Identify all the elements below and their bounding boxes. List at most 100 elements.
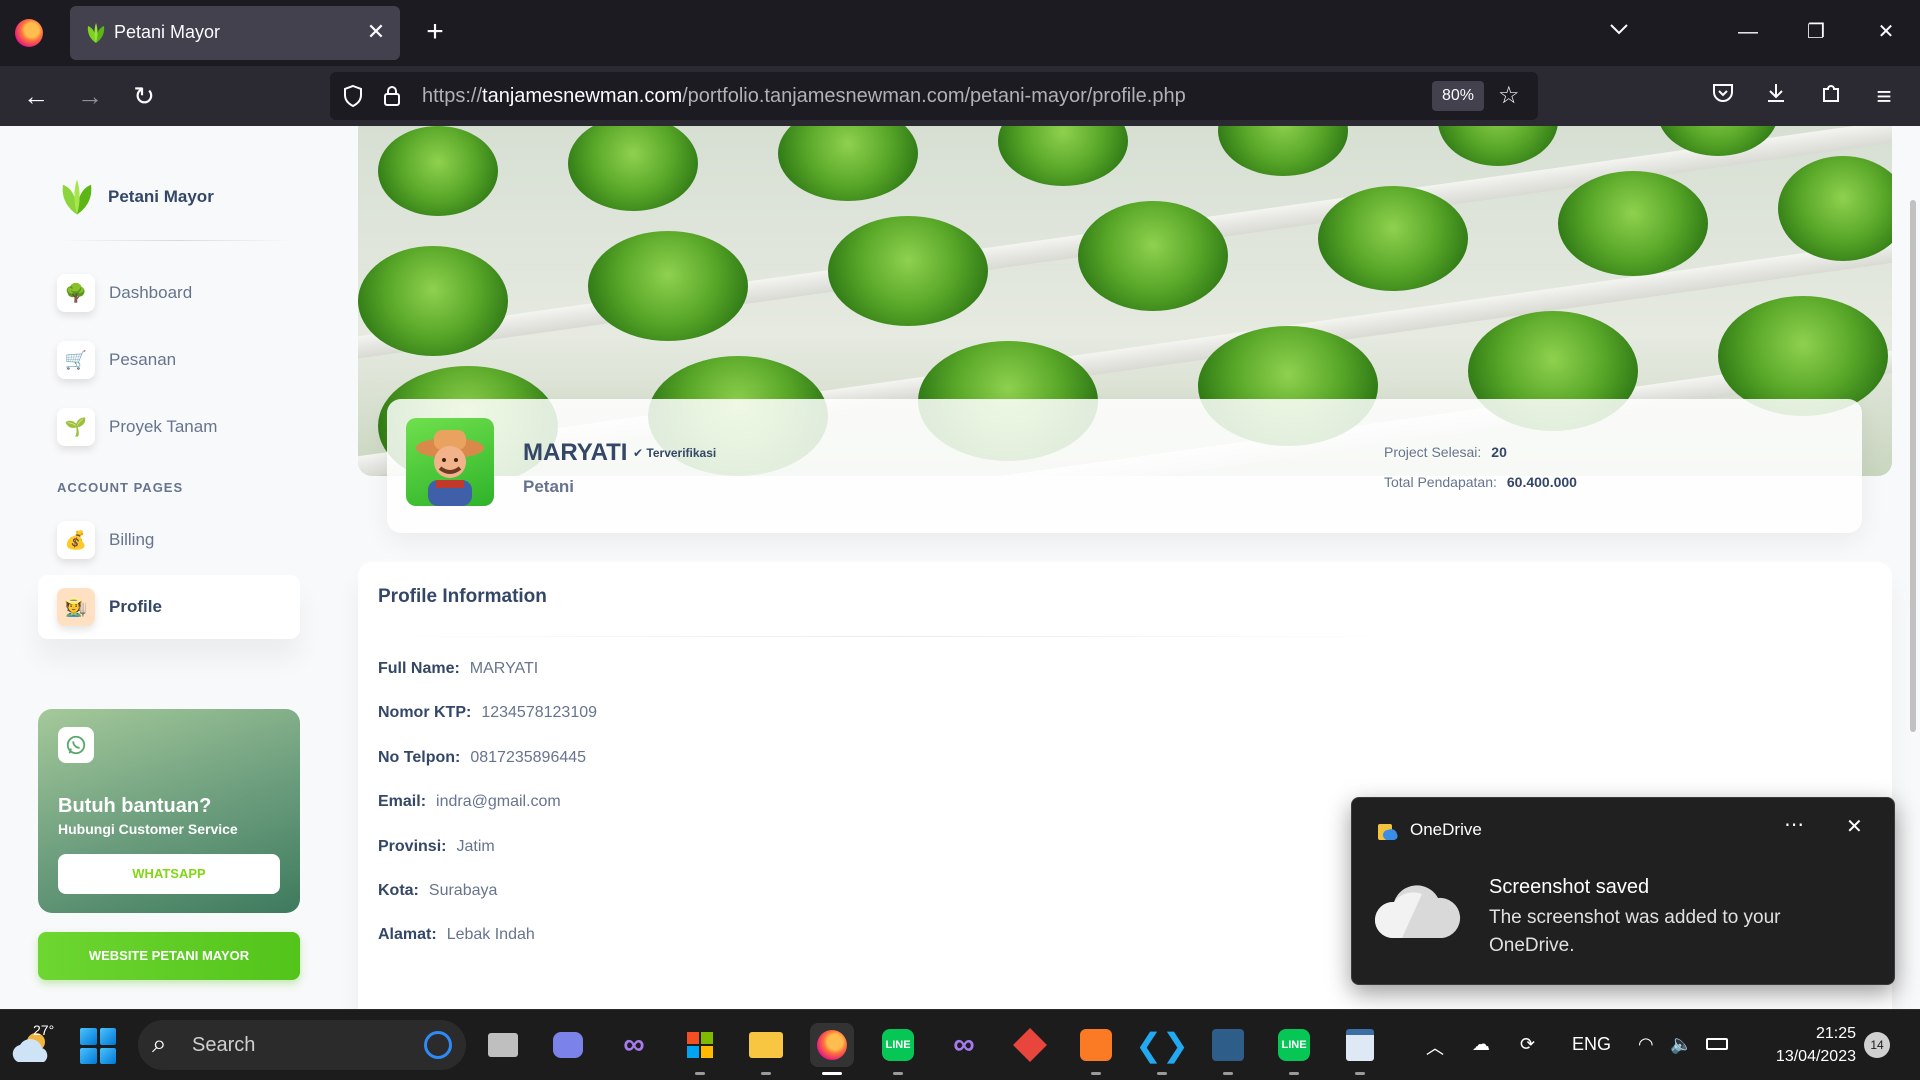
toast-body: The screenshot was added to your OneDriv…: [1489, 907, 1781, 956]
lock-icon[interactable]: [382, 84, 402, 108]
taskbar-search[interactable]: ⌕ Search: [138, 1020, 466, 1070]
sidebar-item-label: Profile: [109, 597, 162, 616]
cart-icon: 🛒: [57, 341, 95, 379]
close-icon[interactable]: ✕: [1846, 814, 1863, 839]
info-row-alamat: Alamat: Lebak Indah: [378, 926, 535, 943]
info-row-no-telpon: No Telpon: 0817235896445: [378, 749, 587, 766]
bing-icon[interactable]: [424, 1031, 452, 1059]
plant-icon: 🌱: [57, 408, 95, 446]
avatar: [406, 418, 494, 506]
battery-icon[interactable]: [1706, 1034, 1728, 1055]
info-row-nomor-ktp: Nomor KTP: 1234578123109: [378, 704, 598, 721]
info-row-full-name: Full Name: MARYATI: [378, 660, 539, 677]
sidebar-item-pesanan[interactable]: 🛒 Pesanan: [38, 328, 300, 392]
sidebar: Petani Mayor 🌳 Dashboard 🛒 Pesanan 🌱 Pro…: [0, 126, 320, 1009]
sidebar-item-label: Billing: [109, 530, 155, 549]
more-options-icon[interactable]: ⋯: [1784, 812, 1804, 837]
profile-role: Petani: [523, 477, 575, 496]
section-title-account-pages: ACCOUNT PAGES: [57, 480, 184, 495]
profile-name: MARYATI: [523, 439, 628, 466]
page-scrollbar[interactable]: [1910, 200, 1916, 732]
windows-taskbar: 27° ⌕ Search ∞ LINE ∞ ❮❯ LINE ︿ ☁ ⟳ ENG …: [0, 1009, 1920, 1080]
info-row-kota: Kota: Surabaya: [378, 882, 498, 899]
show-hidden-icons-chevron[interactable]: ︿: [1426, 1034, 1444, 1060]
sql-workbench-icon[interactable]: [1206, 1023, 1250, 1075]
pocket-icon[interactable]: [1705, 80, 1741, 112]
bookmark-star-icon[interactable]: ☆: [1498, 81, 1520, 110]
sidebar-item-dashboard[interactable]: 🌳 Dashboard: [38, 261, 300, 325]
browser-tab[interactable]: Petani Mayor ✕: [70, 6, 400, 60]
download-icon[interactable]: [1758, 80, 1794, 112]
search-placeholder: Search: [192, 1034, 256, 1056]
restore-icon[interactable]: ❐: [1796, 16, 1836, 48]
notepad-app-icon[interactable]: [1338, 1023, 1382, 1075]
list-tabs-chevron-icon[interactable]: [1608, 18, 1630, 46]
help-subtitle: Hubungi Customer Service: [58, 821, 238, 837]
zoom-level[interactable]: 80%: [1432, 81, 1485, 111]
sidebar-item-label: Dashboard: [109, 283, 193, 302]
leaf-logo-icon: [62, 179, 92, 215]
card-title: Profile Information: [378, 586, 547, 607]
divider: [378, 636, 1408, 637]
line-app-icon[interactable]: LINE: [1272, 1023, 1316, 1075]
clock-time: 21:25: [1815, 1025, 1856, 1042]
volume-icon[interactable]: 🔈: [1670, 1034, 1692, 1055]
temperature: 27°: [33, 1022, 55, 1038]
tree-icon: 🌳: [57, 274, 95, 312]
notification-count-badge[interactable]: 14: [1864, 1032, 1890, 1058]
toast-app-name: OneDrive: [1410, 820, 1482, 839]
sidebar-item-profile[interactable]: 🧑‍🌾 Profile: [38, 575, 300, 639]
tab-title: Petani Mayor: [114, 22, 221, 42]
firefox-taskbar-icon[interactable]: [810, 1023, 854, 1075]
clock-date: 13/04/2023: [1775, 1048, 1856, 1065]
xampp-icon[interactable]: [1074, 1023, 1118, 1075]
tab-close-icon[interactable]: ✕: [362, 18, 390, 46]
extensions-icon[interactable]: [1813, 80, 1849, 112]
visual-studio-icon[interactable]: ∞: [612, 1023, 656, 1067]
line-app-icon[interactable]: LINE: [876, 1023, 920, 1075]
teams-chat-icon[interactable]: [546, 1023, 590, 1067]
wifi-icon[interactable]: ◠: [1638, 1034, 1654, 1055]
browser-nav-bar: ← → ↻ https://tanjamesnewman.com/portfol…: [0, 66, 1920, 126]
close-window-icon[interactable]: ✕: [1866, 16, 1906, 48]
url-text[interactable]: https://tanjamesnewman.com/portfolio.tan…: [422, 85, 1186, 108]
verified-label: Terverifikasi: [646, 446, 717, 460]
forward-arrow-icon[interactable]: →: [72, 80, 108, 112]
onedrive-tray-icon[interactable]: ☁: [1472, 1034, 1490, 1055]
help-title: Butuh bantuan?: [58, 795, 212, 817]
task-view-icon[interactable]: [481, 1023, 525, 1067]
file-explorer-icon[interactable]: [744, 1023, 788, 1075]
whatsapp-button[interactable]: WHATSAPP: [58, 854, 280, 894]
onedrive-notification[interactable]: OneDrive ⋯ ✕ Screenshot saved The screen…: [1351, 797, 1895, 985]
url-bar[interactable]: https://tanjamesnewman.com/portfolio.tan…: [330, 72, 1538, 120]
info-row-email: Email: indra@gmail.com: [378, 793, 561, 810]
sidebar-item-billing[interactable]: 💰 Billing: [38, 508, 300, 572]
vscode-icon[interactable]: ❮❯: [1135, 1023, 1189, 1075]
brand-name: Petani Mayor: [108, 187, 214, 206]
menu-icon[interactable]: ≡: [1866, 80, 1902, 112]
profile-icon: 🧑‍🌾: [57, 588, 95, 626]
brand[interactable]: Petani Mayor: [56, 176, 214, 218]
browser-tab-bar: Petani Mayor ✕ + — ❐ ✕: [0, 0, 1920, 66]
visual-studio-icon[interactable]: ∞: [942, 1023, 986, 1067]
whatsapp-icon: [58, 727, 94, 763]
onedrive-app-icon: [1378, 824, 1398, 840]
reload-icon[interactable]: ↻: [126, 80, 162, 112]
stat-project-selesai: Project Selesai: 20: [1384, 444, 1507, 460]
language-indicator[interactable]: ENG: [1572, 1034, 1611, 1055]
divider: [56, 240, 296, 241]
windows-start-icon[interactable]: [80, 1028, 116, 1064]
search-icon: ⌕: [152, 1028, 167, 1058]
website-petani-mayor-button[interactable]: WEBSITE PETANI MAYOR: [38, 932, 300, 980]
firefox-icon[interactable]: [15, 19, 43, 47]
git-app-icon[interactable]: [1008, 1023, 1052, 1067]
verified-badge: ✔ Terverifikasi: [633, 446, 716, 460]
sync-icon[interactable]: ⟳: [1520, 1034, 1535, 1055]
shield-icon[interactable]: [342, 84, 364, 108]
sidebar-item-proyek-tanam[interactable]: 🌱 Proyek Tanam: [38, 395, 300, 459]
new-tab-button[interactable]: +: [420, 14, 450, 50]
back-arrow-icon[interactable]: ←: [18, 80, 54, 112]
system-clock[interactable]: 21:25 13/04/2023: [1756, 1022, 1856, 1068]
minimize-icon[interactable]: —: [1728, 16, 1768, 48]
microsoft-store-icon[interactable]: [678, 1023, 722, 1075]
